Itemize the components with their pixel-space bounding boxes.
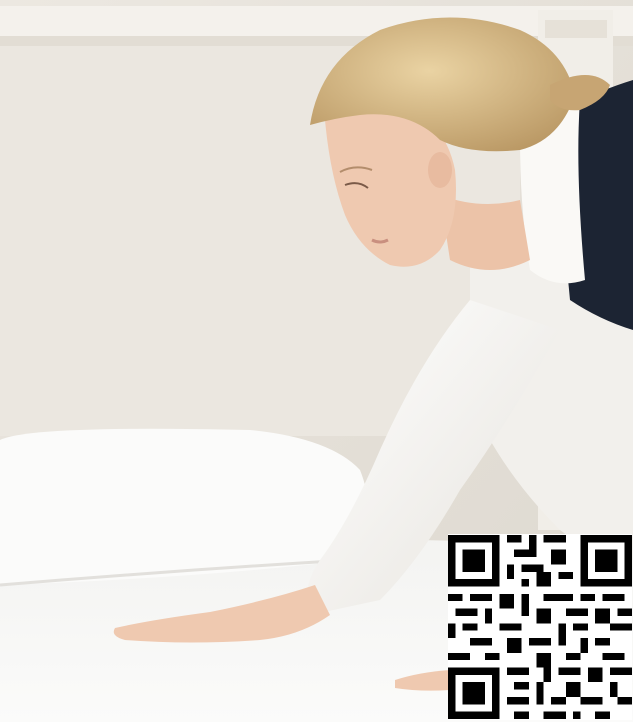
hotel-housekeeping-photo [0,0,633,722]
qr-code[interactable] [448,534,632,720]
qr-code-icon [448,535,632,719]
